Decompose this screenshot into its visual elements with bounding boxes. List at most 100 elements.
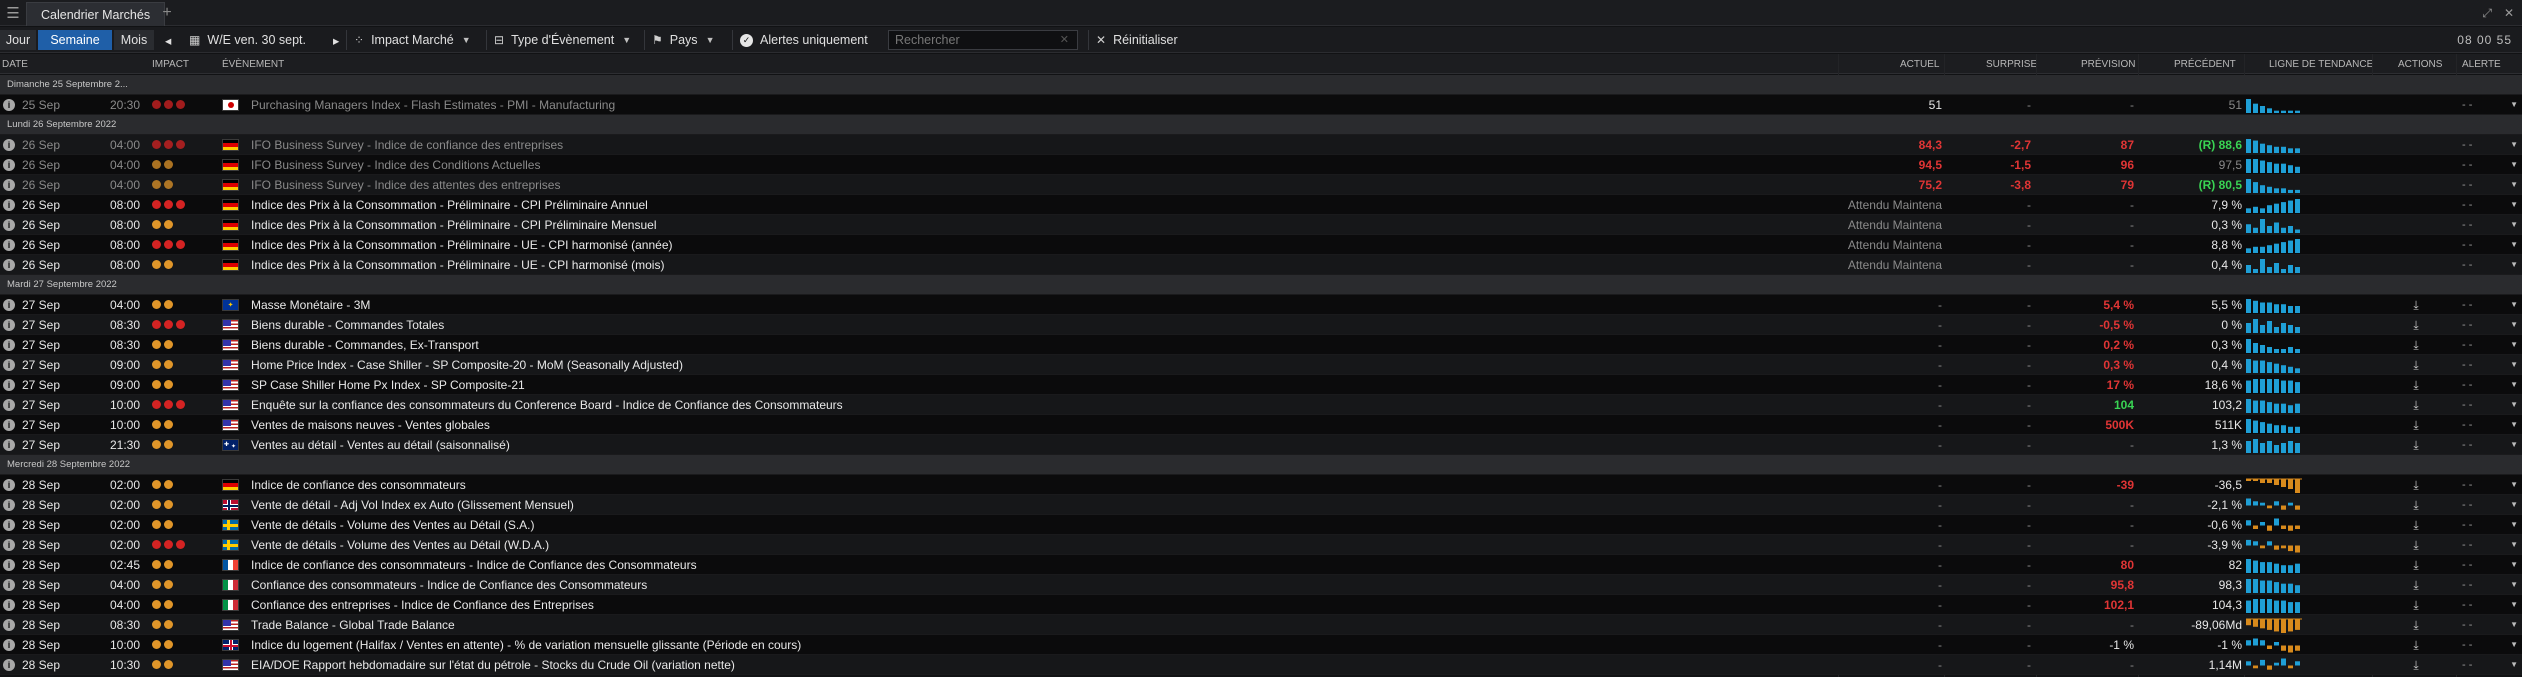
period-week-button[interactable]: Semaine [38, 30, 112, 50]
event-name[interactable]: Vente de détails - Volume des Ventes au … [251, 538, 1831, 552]
info-icon[interactable]: i [3, 599, 15, 611]
event-name[interactable]: Biens durable - Commandes, Ex-Transport [251, 338, 1831, 352]
info-icon[interactable]: i [3, 519, 15, 531]
info-icon[interactable]: i [3, 239, 15, 251]
info-icon[interactable]: i [3, 619, 15, 631]
alert-dropdown[interactable]: - - ▼ [2462, 359, 2518, 371]
download-icon[interactable]: ⤓ [2405, 638, 2427, 653]
table-row[interactable]: i 27 Sep 08:30 Biens durable - Commandes To… [0, 315, 2522, 335]
alert-dropdown[interactable]: - - ▼ [2462, 519, 2518, 531]
table-row[interactable]: i 28 Sep 02:00 Vente de détails - Volume de… [0, 535, 2522, 555]
col-actions[interactable]: ACTIONS [2398, 59, 2442, 70]
alert-dropdown[interactable]: - - ▼ [2462, 619, 2518, 631]
download-icon[interactable]: ⤓ [2405, 658, 2427, 673]
table-row[interactable]: i 28 Sep 10:00 Indice du logement (Halifax … [0, 635, 2522, 655]
download-icon[interactable]: ⤓ [2405, 338, 2427, 353]
clear-search-icon[interactable]: ✕ [1060, 33, 1069, 46]
table-row[interactable]: i 28 Sep 02:00 Indice de confiance des cons… [0, 475, 2522, 495]
table-row[interactable]: i 26 Sep 04:00 IFO Business Survey - Indice… [0, 175, 2522, 195]
info-icon[interactable]: i [3, 139, 15, 151]
info-icon[interactable]: i [3, 99, 15, 111]
event-name[interactable]: EIA/DOE Rapport hebdomadaire sur l'état … [251, 658, 1831, 672]
info-icon[interactable]: i [3, 579, 15, 591]
event-name[interactable]: Vente de détail - Adj Vol Index ex Auto … [251, 498, 1831, 512]
download-icon[interactable]: ⤓ [2405, 358, 2427, 373]
table-row[interactable]: i 26 Sep 08:00 Indice des Prix à la Consomm… [0, 215, 2522, 235]
event-name[interactable]: Home Price Index - Case Shiller - SP Com… [251, 358, 1831, 372]
alert-dropdown[interactable]: - - ▼ [2462, 219, 2518, 231]
col-forecast[interactable]: PRÉVISION [2081, 59, 2135, 70]
add-tab-icon[interactable]: + [158, 4, 176, 22]
download-icon[interactable]: ⤓ [2405, 578, 2427, 593]
download-icon[interactable]: ⤓ [2405, 438, 2427, 453]
alert-dropdown[interactable]: - - ▼ [2462, 239, 2518, 251]
country-filter[interactable]: ⚑ Pays ▼ [644, 30, 721, 50]
info-icon[interactable]: i [3, 479, 15, 491]
alert-dropdown[interactable]: - - ▼ [2462, 199, 2518, 211]
event-name[interactable]: Confiance des consommateurs - Indice de … [251, 578, 1831, 592]
event-name[interactable]: Trade Balance - Global Trade Balance [251, 618, 1831, 632]
alert-dropdown[interactable]: - - ▼ [2462, 299, 2518, 311]
alert-dropdown[interactable]: - - ▼ [2462, 99, 2518, 111]
info-icon[interactable]: i [3, 259, 15, 271]
table-row[interactable]: i 27 Sep 21:30 ✚ ✦ Ventes au détail - Ventes … [0, 435, 2522, 455]
alert-dropdown[interactable]: - - ▼ [2462, 559, 2518, 571]
download-icon[interactable]: ⤓ [2405, 378, 2427, 393]
maximize-icon[interactable]: ⤢ [2482, 6, 2492, 21]
download-icon[interactable]: ⤓ [2405, 518, 2427, 533]
info-icon[interactable]: i [3, 539, 15, 551]
alert-dropdown[interactable]: - - ▼ [2462, 139, 2518, 151]
search-input[interactable]: Rechercher ✕ [888, 30, 1078, 50]
col-actual[interactable]: ACTUEL [1900, 59, 1939, 70]
download-icon[interactable]: ⤓ [2405, 318, 2427, 333]
alert-dropdown[interactable]: - - ▼ [2462, 399, 2518, 411]
event-name[interactable]: Vente de détails - Volume des Ventes au … [251, 518, 1831, 532]
download-icon[interactable]: ⤓ [2405, 538, 2427, 553]
info-icon[interactable]: i [3, 659, 15, 671]
alert-dropdown[interactable]: - - ▼ [2462, 179, 2518, 191]
info-icon[interactable]: i [3, 219, 15, 231]
event-name[interactable]: Indice des Prix à la Consommation - Prél… [251, 218, 1831, 232]
alert-dropdown[interactable]: - - ▼ [2462, 379, 2518, 391]
download-icon[interactable]: ⤓ [2405, 618, 2427, 633]
info-icon[interactable]: i [3, 419, 15, 431]
alerts-only-toggle[interactable]: ✓ Alertes uniquement [732, 30, 875, 50]
alert-dropdown[interactable]: - - ▼ [2462, 539, 2518, 551]
alert-dropdown[interactable]: - - ▼ [2462, 579, 2518, 591]
table-row[interactable]: i 26 Sep 04:00 IFO Business Survey - Indice… [0, 155, 2522, 175]
info-icon[interactable]: i [3, 199, 15, 211]
info-icon[interactable]: i [3, 399, 15, 411]
impact-filter[interactable]: ⁘ Impact Marché ▼ [346, 30, 478, 50]
alert-dropdown[interactable]: - - ▼ [2462, 319, 2518, 331]
event-name[interactable]: Indice du logement (Halifax / Ventes en … [251, 638, 1831, 652]
info-icon[interactable]: i [3, 359, 15, 371]
table-row[interactable]: i 27 Sep 08:30 Biens durable - Commandes, E… [0, 335, 2522, 355]
table-row[interactable]: i 27 Sep 09:00 Home Price Index - Case Shil… [0, 355, 2522, 375]
table-row[interactable]: i 27 Sep 04:00 ✦ Masse Monétaire - 3M - - 5,4 %… [0, 295, 2522, 315]
table-row[interactable]: i 28 Sep 10:30 EIA/DOE Rapport hebdomadaire… [0, 655, 2522, 675]
table-row[interactable]: i 25 Sep 20:30 Purchasing Managers Index - … [0, 95, 2522, 115]
alert-dropdown[interactable]: - - ▼ [2462, 499, 2518, 511]
alert-dropdown[interactable]: - - ▼ [2462, 639, 2518, 651]
table-row[interactable]: i 28 Sep 08:30 Trade Balance - Global Trade… [0, 615, 2522, 635]
info-icon[interactable]: i [3, 559, 15, 571]
table-row[interactable]: i 27 Sep 10:00 Enquête sur la confiance des… [0, 395, 2522, 415]
event-name[interactable]: Indice de confiance des consommateurs [251, 478, 1831, 492]
event-name[interactable]: Enquête sur la confiance des consommateu… [251, 398, 1831, 412]
alert-dropdown[interactable]: - - ▼ [2462, 439, 2518, 451]
table-row[interactable]: i 27 Sep 09:00 SP Case Shiller Home Px Inde… [0, 375, 2522, 395]
download-icon[interactable]: ⤓ [2405, 478, 2427, 493]
period-month-button[interactable]: Mois [114, 30, 154, 50]
next-week-icon[interactable]: ▸ [326, 30, 340, 50]
col-trend[interactable]: LIGNE DE TENDANCE [2269, 59, 2373, 70]
info-icon[interactable]: i [3, 179, 15, 191]
info-icon[interactable]: i [3, 439, 15, 451]
event-name[interactable]: Ventes de maisons neuves - Ventes global… [251, 418, 1831, 432]
event-name[interactable]: IFO Business Survey - Indice des Conditi… [251, 158, 1831, 172]
event-name[interactable]: IFO Business Survey - Indice de confianc… [251, 138, 1831, 152]
info-icon[interactable]: i [3, 159, 15, 171]
table-row[interactable]: i 28 Sep 04:00 Confiance des entreprises - … [0, 595, 2522, 615]
table-row[interactable]: i 26 Sep 08:00 Indice des Prix à la Consomm… [0, 235, 2522, 255]
table-row[interactable]: i 27 Sep 10:00 Ventes de maisons neuves - V… [0, 415, 2522, 435]
info-icon[interactable]: i [3, 379, 15, 391]
